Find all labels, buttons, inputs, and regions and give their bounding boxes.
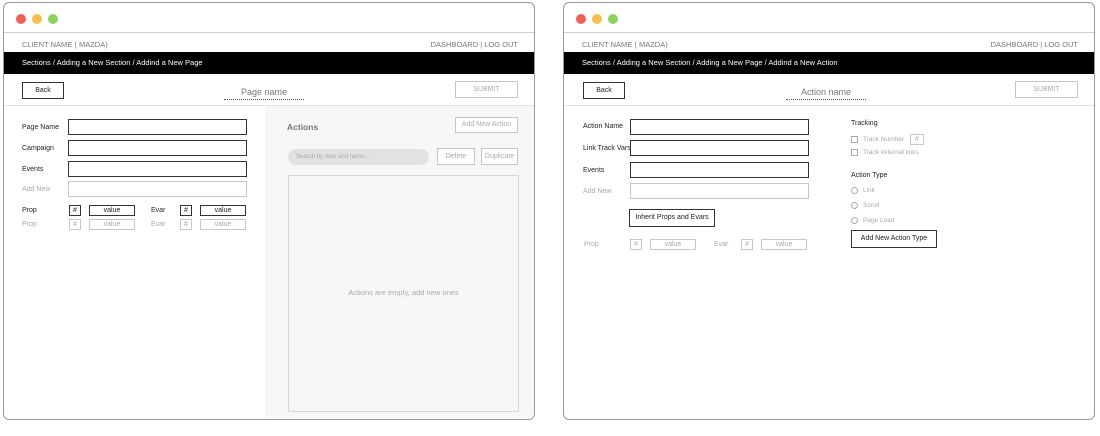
add-new-label: Add New bbox=[583, 188, 612, 195]
minimize-window-dot-icon[interactable] bbox=[32, 14, 42, 24]
maximize-window-dot-icon[interactable] bbox=[48, 14, 58, 24]
evar-number-field[interactable]: # bbox=[741, 239, 753, 250]
action-type-title: Action Type bbox=[851, 172, 888, 179]
page-name-field[interactable]: Page name bbox=[224, 87, 304, 100]
breadcrumb-text[interactable]: Sections / Adding a New Section / Adding… bbox=[582, 58, 838, 67]
prop-number-field-new[interactable]: # bbox=[69, 219, 81, 230]
dashboard-logout-links[interactable]: DASHBOARD | LOG OUT bbox=[991, 40, 1078, 49]
prop-value-field-new[interactable]: value bbox=[89, 219, 135, 230]
toolbar: Back Page name SUBMIT bbox=[4, 74, 534, 106]
action-type-page-load-radio[interactable] bbox=[851, 217, 858, 224]
maximize-window-dot-icon[interactable] bbox=[608, 14, 618, 24]
evar-label-new: Evar bbox=[151, 221, 166, 228]
toolbar: Back Action name SUBMIT bbox=[564, 74, 1094, 106]
back-button[interactable]: Back bbox=[583, 82, 625, 99]
add-new-action-type-button[interactable]: Add New Action Type bbox=[851, 230, 937, 248]
tracking-title: Tracking bbox=[851, 120, 878, 127]
add-new-label: Add New bbox=[22, 186, 51, 193]
prop-value-field[interactable]: value bbox=[89, 205, 135, 216]
link-track-vars-input[interactable] bbox=[630, 140, 809, 156]
prop-value-field[interactable]: value bbox=[650, 239, 696, 250]
action-type-link-label: Link bbox=[863, 187, 875, 194]
window-titlebar bbox=[4, 3, 534, 33]
events-input[interactable] bbox=[630, 162, 809, 178]
breadcrumb-text[interactable]: Sections / Adding a New Section / Addind… bbox=[22, 58, 203, 67]
evar-value-field-new[interactable]: value bbox=[200, 219, 246, 230]
actions-empty-message: Actions are empty, add new ones bbox=[348, 288, 459, 297]
client-bar: CLIENT NAME ( MAZDA) DASHBOARD | LOG OUT bbox=[564, 34, 1094, 52]
action-type-link-radio[interactable] bbox=[851, 187, 858, 194]
client-bar: CLIENT NAME ( MAZDA) DASHBOARD | LOG OUT bbox=[4, 34, 534, 52]
events-label: Events bbox=[583, 167, 605, 174]
page-name-input[interactable] bbox=[68, 119, 247, 135]
prop-label: Prop bbox=[22, 207, 37, 214]
prop-label-new: Prop bbox=[22, 221, 37, 228]
track-external-label: Track external links bbox=[863, 149, 919, 156]
track-number-checkbox[interactable] bbox=[851, 136, 858, 143]
window-titlebar bbox=[564, 3, 1094, 33]
add-new-input[interactable] bbox=[68, 181, 247, 197]
prop-number-field[interactable]: # bbox=[630, 239, 642, 250]
page-editor-window: CLIENT NAME ( MAZDA) DASHBOARD | LOG OUT… bbox=[3, 2, 535, 420]
action-editor-window: CLIENT NAME ( MAZDA) DASHBOARD | LOG OUT… bbox=[563, 2, 1095, 420]
minimize-window-dot-icon[interactable] bbox=[592, 14, 602, 24]
action-name-input[interactable] bbox=[630, 119, 809, 135]
client-name: CLIENT NAME ( MAZDA) bbox=[582, 40, 668, 49]
submit-button[interactable]: SUBMIT bbox=[1015, 81, 1078, 98]
action-type-scroll-radio[interactable] bbox=[851, 202, 858, 209]
actions-title: Actions bbox=[287, 122, 319, 132]
actions-list: Actions are empty, add new ones bbox=[288, 175, 519, 412]
client-name: CLIENT NAME ( MAZDA) bbox=[22, 40, 108, 49]
close-window-dot-icon[interactable] bbox=[16, 14, 26, 24]
evar-number-field-new[interactable]: # bbox=[180, 219, 192, 230]
action-type-scroll-label: Scroll bbox=[863, 202, 880, 209]
campaign-label: Campaign bbox=[22, 145, 54, 152]
track-external-checkbox[interactable] bbox=[851, 149, 858, 156]
submit-button[interactable]: SUBMIT bbox=[455, 81, 518, 98]
breadcrumb: Sections / Adding a New Section / Addind… bbox=[4, 52, 534, 74]
page-name-label: Page Name bbox=[22, 124, 59, 131]
evar-label: Evar bbox=[151, 207, 166, 214]
link-track-vars-label: Link Track Vars bbox=[583, 145, 631, 152]
evar-number-field[interactable]: # bbox=[180, 205, 192, 216]
dashboard-logout-links[interactable]: DASHBOARD | LOG OUT bbox=[431, 40, 518, 49]
breadcrumb: Sections / Adding a New Section / Adding… bbox=[564, 52, 1094, 74]
track-number-field[interactable]: # bbox=[910, 134, 924, 145]
action-type-page-load-label: Page Load bbox=[863, 217, 895, 224]
actions-search-input[interactable]: Search by date and name... bbox=[288, 149, 429, 165]
evar-label: Evar bbox=[714, 241, 729, 248]
prop-label: Prop bbox=[584, 241, 599, 248]
prop-number-field[interactable]: # bbox=[69, 205, 81, 216]
action-name-field[interactable]: Action name bbox=[786, 87, 866, 100]
delete-button[interactable]: Delete bbox=[437, 148, 475, 165]
actions-panel: Actions Add New Action Search by date an… bbox=[265, 106, 534, 419]
add-new-input[interactable] bbox=[630, 183, 809, 199]
back-button[interactable]: Back bbox=[22, 82, 64, 99]
close-window-dot-icon[interactable] bbox=[576, 14, 586, 24]
events-input[interactable] bbox=[68, 161, 247, 177]
inherit-props-evars-button[interactable]: Inherit Props and Evars bbox=[629, 209, 715, 227]
action-name-label: Action Name bbox=[583, 123, 624, 130]
evar-value-field[interactable]: value bbox=[761, 239, 807, 250]
events-label: Events bbox=[22, 166, 44, 173]
duplicate-button[interactable]: Duplicate bbox=[481, 148, 518, 165]
evar-value-field[interactable]: value bbox=[200, 205, 246, 216]
campaign-input[interactable] bbox=[68, 140, 247, 156]
track-number-label: Track Number bbox=[863, 136, 904, 143]
add-new-action-button[interactable]: Add New Action bbox=[455, 117, 518, 133]
